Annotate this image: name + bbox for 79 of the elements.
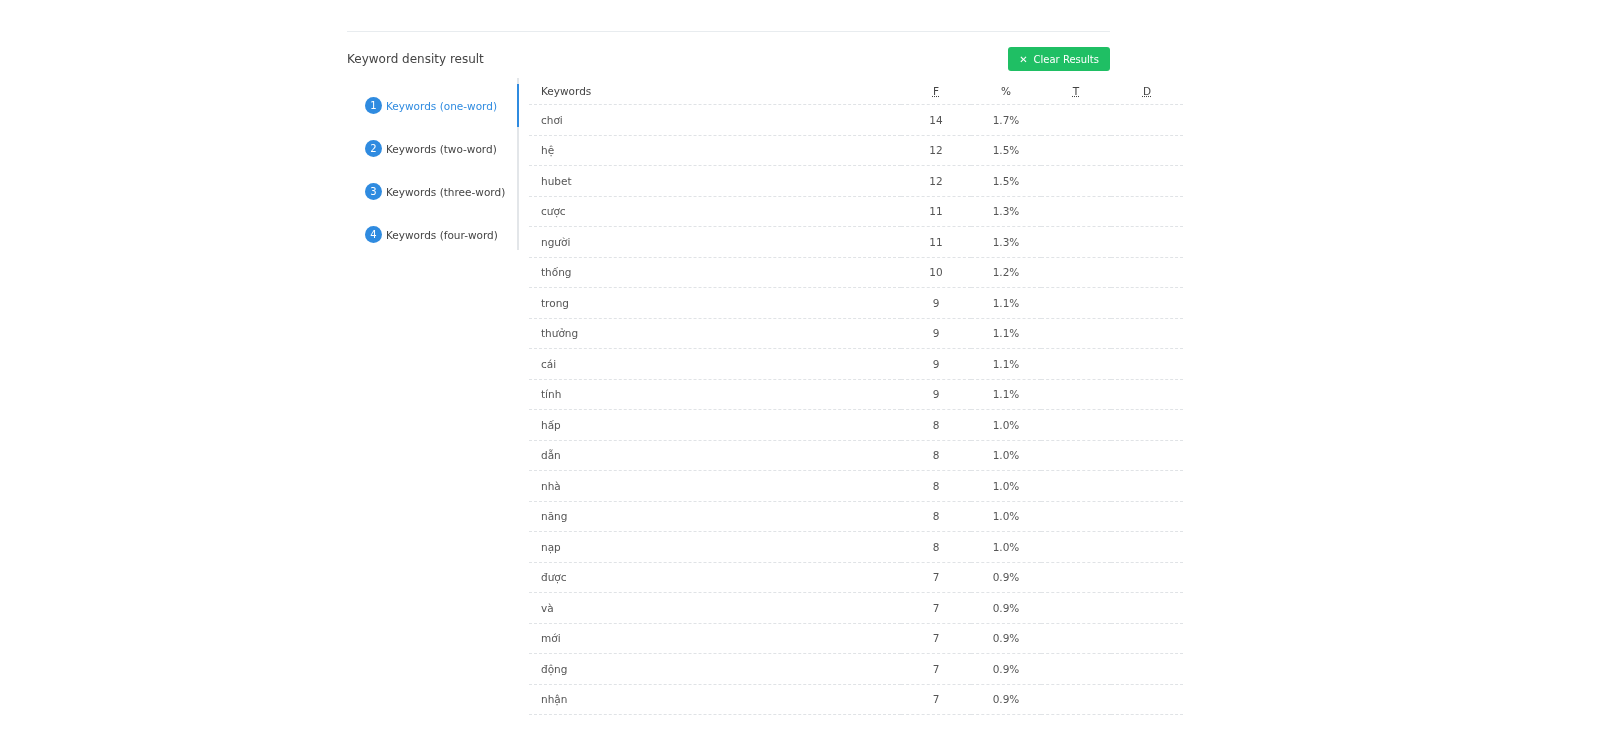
table-cell: cái (529, 348, 901, 379)
table-cell: 0.9% (971, 592, 1041, 623)
table-cell: 1.1% (971, 287, 1041, 318)
number-badge: 2 (365, 140, 382, 157)
table-cell: 12 (901, 165, 971, 196)
table-cell: 1.0% (971, 409, 1041, 440)
table-cell: 1.3% (971, 196, 1041, 227)
table-cell: hệ (529, 135, 901, 166)
table-cell: 1.5% (971, 135, 1041, 166)
table-cell: động (529, 653, 901, 684)
table-cell: 7 (901, 562, 971, 593)
close-icon: ✕ (1019, 53, 1028, 65)
table-cell: chơi (529, 104, 901, 135)
table-cell: 7 (901, 623, 971, 654)
section-title: Keyword density result (347, 52, 484, 66)
table-cell: 1.0% (971, 531, 1041, 562)
table-cell: 8 (901, 440, 971, 471)
keyword-tab[interactable]: 3 Keywords (three-word) (365, 170, 519, 213)
table-cell: 0.9% (971, 562, 1041, 593)
keyword-tab[interactable]: 2 Keywords (two-word) (365, 127, 519, 170)
number-badge: 1 (365, 97, 382, 114)
tab-label: Keywords (two-word) (386, 142, 497, 155)
table-cell: 1.3% (971, 226, 1041, 257)
number-badge: 3 (365, 183, 382, 200)
table-cell: 1.1% (971, 348, 1041, 379)
table-cell: nạp (529, 531, 901, 562)
keyword-tab[interactable]: 4 Keywords (four-word) (365, 213, 519, 256)
table-cell: 9 (901, 348, 971, 379)
table-cell: 1.7% (971, 104, 1041, 135)
table-cell: 7 (901, 592, 971, 623)
table-cell: 11 (901, 196, 971, 227)
table-cell: thưởng (529, 318, 901, 349)
table-cell: 1.2% (971, 257, 1041, 288)
table-cell: 9 (901, 318, 971, 349)
table-cell: hấp (529, 409, 901, 440)
table-cell: 7 (901, 684, 971, 715)
table-cell: nhà (529, 470, 901, 501)
table-cell: hubet (529, 165, 901, 196)
table-cell: 1.0% (971, 470, 1041, 501)
table-cell: 1.0% (971, 501, 1041, 532)
table-cell: tính (529, 379, 901, 410)
column-header: D (1111, 78, 1183, 105)
table-cell: 7 (901, 653, 971, 684)
table-cell: 9 (901, 379, 971, 410)
table-cell: dẫn (529, 440, 901, 471)
tab-label: Keywords (one-word) (386, 99, 497, 112)
column-header: F (901, 78, 971, 105)
keyword-tab[interactable]: 1 Keywords (one-word) (365, 84, 519, 127)
table-cell: 9 (901, 287, 971, 318)
table-cell: 0.9% (971, 653, 1041, 684)
number-badge: 4 (365, 226, 382, 243)
table-cell: mới (529, 623, 901, 654)
tab-label: Keywords (three-word) (386, 185, 506, 198)
column-header: T (1041, 78, 1111, 105)
table-cell: 8 (901, 501, 971, 532)
tab-label: Keywords (four-word) (386, 228, 498, 241)
table-cell: 14 (901, 104, 971, 135)
table-cell: và (529, 592, 901, 623)
table-cell: nhận (529, 684, 901, 715)
table-cell: người (529, 226, 901, 257)
table-cell: cược (529, 196, 901, 227)
table-cell: 8 (901, 409, 971, 440)
table-cell: 1.1% (971, 379, 1041, 410)
table-cell: được (529, 562, 901, 593)
table-cell: 11 (901, 226, 971, 257)
table-cell: 8 (901, 531, 971, 562)
table-cell: 0.9% (971, 684, 1041, 715)
column-header: % (971, 78, 1041, 105)
table-cell: 8 (901, 470, 971, 501)
table-cell: 10 (901, 257, 971, 288)
table-cell: 1.1% (971, 318, 1041, 349)
table-cell: 1.0% (971, 440, 1041, 471)
column-header: Keywords (529, 78, 901, 105)
table-cell: 12 (901, 135, 971, 166)
table-cell: năng (529, 501, 901, 532)
table-cell: thống (529, 257, 901, 288)
table-cell: trong (529, 287, 901, 318)
table-cell: 0.9% (971, 623, 1041, 654)
table-cell: 1.5% (971, 165, 1041, 196)
